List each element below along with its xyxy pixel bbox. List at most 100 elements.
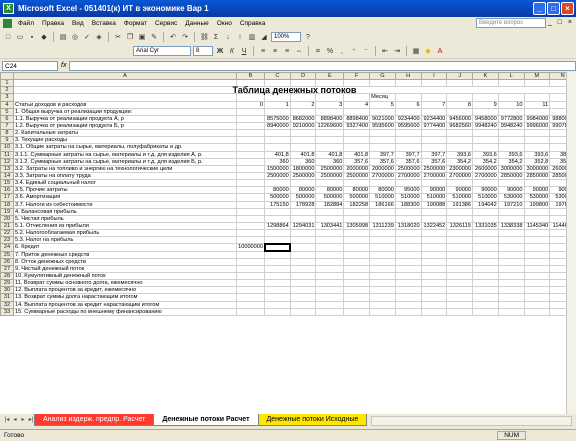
cell[interactable]: 4	[343, 100, 371, 109]
cell[interactable]: 10. Кумулятивный денежный поток	[12, 271, 238, 281]
row-header[interactable]: 28	[0, 271, 14, 281]
cell[interactable]	[289, 229, 317, 238]
cell[interactable]: 393,6	[446, 150, 474, 159]
maximize-button[interactable]: □	[547, 2, 560, 15]
cell[interactable]	[523, 236, 551, 245]
cell[interactable]: 8	[446, 100, 474, 109]
cell[interactable]	[523, 129, 551, 138]
cell[interactable]	[472, 107, 499, 116]
cell[interactable]: 9. Чистый денежный поток	[12, 264, 238, 273]
cell[interactable]: 1	[264, 100, 291, 109]
cell[interactable]	[315, 136, 345, 145]
cell[interactable]	[236, 286, 265, 295]
row-header[interactable]: 18	[0, 200, 14, 209]
print-icon[interactable]: ▤	[58, 32, 68, 42]
cell[interactable]: 3.1. Общие затраты на сырье, материалы, …	[12, 143, 238, 152]
cell[interactable]	[236, 250, 265, 259]
column-header[interactable]: J	[446, 72, 474, 81]
close-button[interactable]: ×	[561, 2, 574, 15]
horizontal-scrollbar[interactable]	[371, 416, 572, 426]
cell[interactable]	[394, 93, 422, 102]
row-header[interactable]: 27	[0, 264, 14, 273]
cell[interactable]	[289, 286, 317, 295]
cell[interactable]	[446, 136, 474, 145]
cell[interactable]	[289, 300, 317, 309]
cell[interactable]	[315, 286, 345, 295]
help-search-input[interactable]: Введите вопрос	[476, 18, 546, 28]
cell[interactable]: 11	[523, 100, 551, 109]
cell[interactable]	[289, 236, 317, 245]
cell[interactable]	[343, 214, 371, 223]
cell[interactable]	[472, 293, 499, 302]
cell[interactable]	[523, 271, 551, 281]
cell[interactable]: 3.6. Амортизация	[12, 193, 238, 202]
workbook-window-buttons[interactable]: _ □ ×	[548, 19, 574, 26]
cell[interactable]	[264, 236, 291, 245]
name-box[interactable]: C24	[2, 60, 58, 71]
cell[interactable]: 5.1. Отчисления из прибыли	[12, 221, 238, 231]
cell[interactable]	[289, 107, 317, 116]
cell[interactable]: 80000	[315, 186, 345, 195]
cell[interactable]: 95000	[394, 186, 422, 195]
column-header[interactable]: H	[394, 72, 422, 81]
first-sheet-icon[interactable]: |◂	[3, 416, 11, 425]
cell[interactable]: 357,6	[343, 157, 371, 166]
row-header[interactable]: 15	[0, 179, 14, 188]
cell[interactable]	[12, 93, 238, 102]
cell[interactable]	[236, 257, 265, 266]
cell[interactable]	[369, 214, 396, 223]
cell[interactable]	[264, 307, 291, 316]
cell[interactable]: 1500000	[264, 164, 291, 173]
cell[interactable]	[446, 129, 474, 138]
row-header[interactable]: 8	[0, 129, 14, 138]
cell[interactable]: 80000	[369, 186, 396, 195]
font-select[interactable]: Arial Cyr	[133, 46, 191, 56]
spelling-icon[interactable]: ✓	[82, 32, 92, 42]
cell[interactable]: 182884	[315, 200, 345, 209]
cell[interactable]	[343, 136, 371, 145]
cell[interactable]	[523, 107, 551, 116]
cell[interactable]: 354,2	[472, 157, 499, 166]
cell[interactable]	[420, 107, 448, 116]
cell[interactable]	[497, 293, 525, 302]
cell[interactable]	[289, 250, 317, 259]
cell[interactable]	[497, 250, 525, 259]
active-cell[interactable]	[263, 242, 292, 253]
cell[interactable]: 2500000	[315, 164, 345, 173]
cell[interactable]: 2850000	[497, 171, 525, 181]
cell[interactable]	[446, 250, 474, 259]
cell[interactable]	[497, 179, 525, 188]
cell[interactable]: 3. Текущие расходы	[12, 136, 238, 145]
cell[interactable]: 90000	[420, 186, 448, 195]
cell[interactable]	[315, 279, 345, 288]
cell[interactable]	[523, 79, 551, 88]
cell[interactable]	[420, 229, 448, 238]
cell[interactable]: 1.1. Выручка от реализации продукта А, р	[12, 114, 238, 123]
row-header[interactable]: 33	[0, 307, 14, 316]
cell[interactable]: 8898400	[315, 114, 345, 123]
cell[interactable]	[315, 229, 345, 238]
cell[interactable]: 397,7	[394, 150, 422, 159]
row-header[interactable]: 9	[0, 136, 14, 145]
sheet-title[interactable]: Таблица денежных потоков	[12, 86, 576, 95]
cell[interactable]	[264, 229, 291, 238]
cell[interactable]: 2700000	[472, 171, 499, 181]
cell[interactable]: 8575000	[264, 114, 291, 123]
cell[interactable]: 3000000	[497, 164, 525, 173]
cell[interactable]	[343, 293, 371, 302]
cell[interactable]	[523, 214, 551, 223]
cell[interactable]	[264, 257, 291, 266]
cell[interactable]	[289, 143, 317, 152]
cell[interactable]	[343, 257, 371, 266]
cell[interactable]: 1338338	[497, 221, 525, 231]
cell[interactable]	[343, 179, 371, 188]
cell[interactable]: 1322452	[420, 221, 448, 231]
font-size-select[interactable]: 8	[193, 46, 213, 56]
cell[interactable]	[446, 286, 474, 295]
cell[interactable]	[369, 243, 396, 252]
cell[interactable]: 357,6	[420, 157, 448, 166]
cell[interactable]: 9682560	[446, 121, 474, 131]
cell[interactable]	[394, 279, 422, 288]
cell[interactable]	[420, 250, 448, 259]
cell[interactable]	[446, 179, 474, 188]
